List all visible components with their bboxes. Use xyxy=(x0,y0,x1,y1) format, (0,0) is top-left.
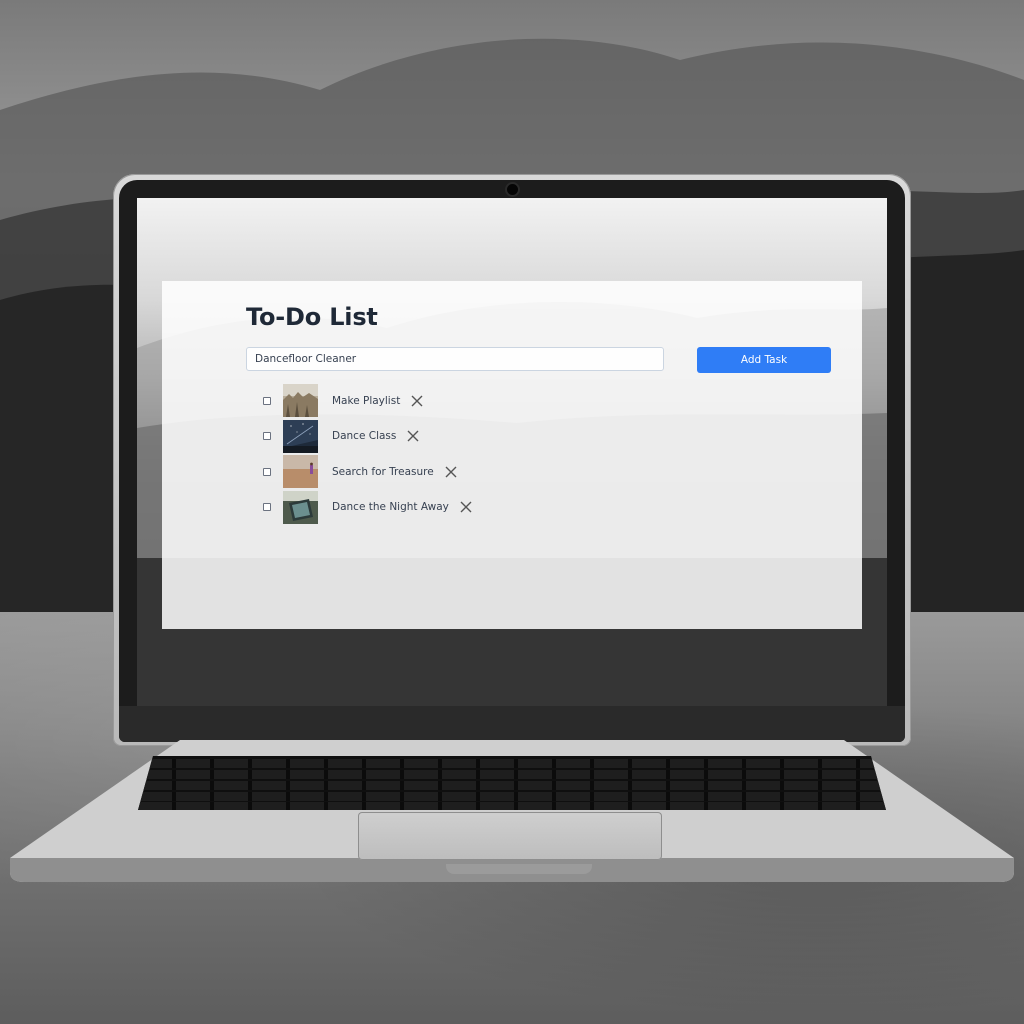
task-checkbox[interactable] xyxy=(263,467,271,476)
task-checkbox[interactable] xyxy=(263,503,271,512)
task-label: Search for Treasure xyxy=(332,465,434,478)
close-icon[interactable] xyxy=(410,394,424,408)
close-icon[interactable] xyxy=(459,500,473,514)
task-checkbox[interactable] xyxy=(263,432,271,441)
task-thumbnail xyxy=(283,419,318,453)
task-thumbnail xyxy=(283,384,318,418)
task-input[interactable] xyxy=(246,347,664,371)
todo-app-window: To-Do List Add Task Make Playlist xyxy=(162,281,862,629)
camera-icon xyxy=(507,184,518,195)
keyboard xyxy=(138,756,886,810)
task-thumbnail xyxy=(283,455,318,489)
task-thumbnail xyxy=(283,490,318,524)
task-label: Make Playlist xyxy=(332,394,401,407)
list-item: Search for Treasure xyxy=(262,454,473,490)
close-icon[interactable] xyxy=(444,465,458,479)
close-icon[interactable] xyxy=(406,429,420,443)
list-item: Dance Class xyxy=(262,419,473,455)
photo-scene: To-Do List Add Task Make Playlist xyxy=(0,0,1024,1024)
laptop-chin xyxy=(119,706,905,742)
task-label: Dance Class xyxy=(332,430,397,443)
tablet-device-photo xyxy=(283,490,318,524)
trackpad xyxy=(358,812,662,860)
task-list: Make Playlist Dance Class Search for Tre… xyxy=(262,383,473,525)
night-sky-photo xyxy=(283,419,318,453)
page-title: To-Do List xyxy=(246,303,378,331)
task-checkbox[interactable] xyxy=(263,396,271,405)
lid-notch xyxy=(446,864,592,874)
list-item: Dance the Night Away xyxy=(262,490,473,526)
desert-canyon-photo xyxy=(283,384,318,418)
add-task-button[interactable]: Add Task xyxy=(697,347,831,373)
list-item: Make Playlist xyxy=(262,383,473,419)
task-label: Dance the Night Away xyxy=(332,501,449,514)
desert-figure-photo xyxy=(283,455,318,489)
